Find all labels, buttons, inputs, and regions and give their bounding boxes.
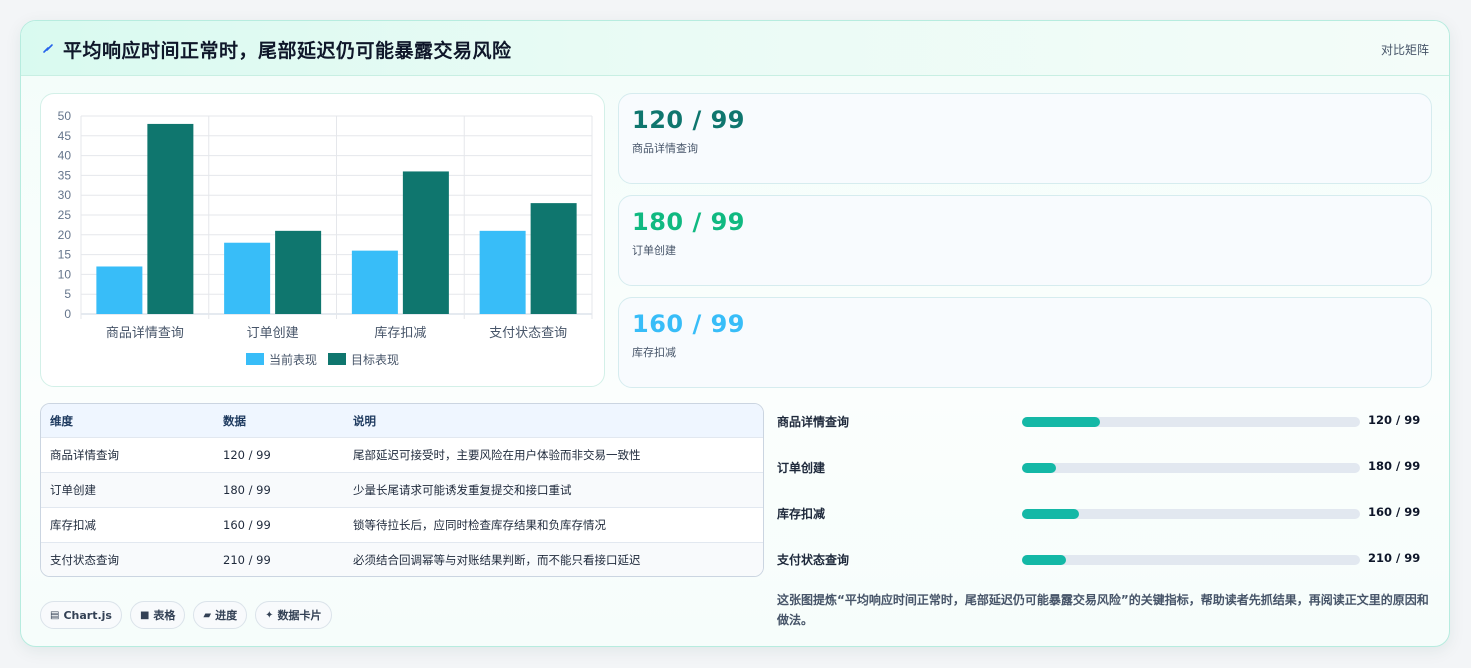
bar <box>275 230 322 314</box>
y-tick-label: 25 <box>58 208 72 222</box>
y-tick-label: 0 <box>64 307 71 321</box>
table-cell: 160 / 99 <box>223 518 271 532</box>
table-header-cell: 说明 <box>353 413 376 428</box>
table-cell: 210 / 99 <box>223 553 271 567</box>
chip-label: 表格 <box>153 609 176 622</box>
chip-chartjs[interactable]: ▤ Chart.js <box>40 601 122 629</box>
progress-row: 库存扣减 160 / 99 <box>777 505 1437 551</box>
chip-row: ▤ Chart.js ■ 表格 ▰ 进度 ✦ 数据卡片 <box>40 601 332 629</box>
table-cell: 必须结合回调幂等与对账结果判断，而不能只看接口延迟 <box>353 553 641 567</box>
data-table: 维度 数据 说明 商品详情查询 120 / 99 尾部延迟可接受时，主要风险在用… <box>40 403 764 577</box>
progress-row: 商品详情查询 120 / 99 <box>777 413 1437 459</box>
table-cell: 库存扣减 <box>50 518 96 532</box>
kpi-label: 订单创建 <box>632 244 676 257</box>
progress-icon: ▰ <box>203 609 212 621</box>
bar <box>351 250 398 314</box>
x-tick-label: 商品详情查询 <box>106 326 184 341</box>
progress-fill <box>1022 463 1056 473</box>
bar-chart-panel: 0 5 10 15 20 25 30 35 40 45 50 商品详情查询 订单创建 库存扣减 支付状态查询… <box>40 93 605 387</box>
x-tick-label: 支付状态查询 <box>489 326 567 341</box>
kpi-label: 库存扣减 <box>632 346 676 359</box>
kpi-label: 商品详情查询 <box>632 142 698 155</box>
kpi-value: 180 / 99 <box>632 208 745 236</box>
bar <box>479 230 526 314</box>
progress-label: 库存扣减 <box>777 507 826 521</box>
table-cell: 尾部延迟可接受时，主要风险在用户体验而非交易一致性 <box>353 448 641 462</box>
progress-value: 210 / 99 <box>1368 551 1421 565</box>
progress-track <box>1022 555 1360 565</box>
kpi-value: 120 / 99 <box>632 106 745 134</box>
table-header-cell: 维度 <box>50 413 73 428</box>
table-cell: 商品详情查询 <box>50 448 119 462</box>
table-cell: 锁等待拉长后，应同时检查库存结果和负库存情况 <box>353 518 606 532</box>
y-tick-label: 45 <box>58 129 72 143</box>
progress-label: 订单创建 <box>777 461 826 475</box>
table-cell: 180 / 99 <box>223 483 271 497</box>
bar <box>530 203 577 314</box>
sparkle-icon: ✦ <box>265 609 274 621</box>
progress-label: 商品详情查询 <box>777 415 850 429</box>
progress-track <box>1022 463 1360 473</box>
table-cell: 少量长尾请求可能诱发重复提交和接口重试 <box>353 483 572 497</box>
chart-icon: ▤ <box>50 609 60 621</box>
legend-swatch <box>246 353 264 365</box>
progress-value: 160 / 99 <box>1368 505 1421 519</box>
progress-track <box>1022 509 1360 519</box>
page-title: 平均响应时间正常时，尾部延迟仍可能暴露交易风险 <box>63 40 512 62</box>
progress-fill <box>1022 555 1066 565</box>
table-icon: ■ <box>139 609 150 621</box>
y-tick-label: 40 <box>58 149 72 163</box>
progress-row: 订单创建 180 / 99 <box>777 459 1437 505</box>
y-tick-label: 50 <box>58 109 72 123</box>
summary-text: 这张图提炼“平均响应时间正常时，尾部延迟仍可能暴露交易风险”的关键指标，帮助读者… <box>777 593 1429 627</box>
chip-label: 进度 <box>215 609 238 622</box>
main-card: 平均响应时间正常时，尾部延迟仍可能暴露交易风险 对比矩阵 0 5 10 15 20 25 3… <box>20 20 1450 647</box>
chip-data-card[interactable]: ✦ 数据卡片 <box>255 601 332 629</box>
kpi-card: 120 / 99 商品详情查询 <box>618 93 1432 184</box>
progress-fill <box>1022 417 1100 427</box>
kpi-card: 180 / 99 订单创建 <box>618 195 1432 286</box>
table-row: 商品详情查询 120 / 99 尾部延迟可接受时，主要风险在用户体验而非交易一致… <box>41 437 763 472</box>
table-cell: 支付状态查询 <box>50 553 119 567</box>
table-header-row: 维度 数据 说明 <box>41 404 763 437</box>
table-row: 支付状态查询 210 / 99 必须结合回调幂等与对账结果判断，而不能只看接口延… <box>41 542 763 576</box>
table-header-cell: 数据 <box>223 413 246 428</box>
table-row: 订单创建 180 / 99 少量长尾请求可能诱发重复提交和接口重试 <box>41 472 763 507</box>
table-cell: 订单创建 <box>50 483 96 497</box>
progress-label: 支付状态查询 <box>777 553 850 567</box>
bar <box>224 242 271 314</box>
progress-value: 120 / 99 <box>1368 413 1421 427</box>
y-tick-label: 20 <box>58 228 72 242</box>
chip-label: 数据卡片 <box>277 609 322 622</box>
kpi-value: 160 / 99 <box>632 310 745 338</box>
progress-track <box>1022 417 1360 427</box>
legend-label: 目标表现 <box>351 353 399 367</box>
y-tick-label: 15 <box>58 248 72 262</box>
x-tick-label: 库存扣减 <box>374 325 426 341</box>
table-row: 库存扣减 160 / 99 锁等待拉长后，应同时检查库存结果和负库存情况 <box>41 507 763 542</box>
x-tick-label: 订单创建 <box>247 326 299 341</box>
progress-list: 商品详情查询 120 / 99 订单创建 180 / 99 库存扣减 160 /… <box>777 413 1437 597</box>
legend-label: 当前表现 <box>269 352 317 367</box>
y-tick-label: 10 <box>58 267 72 281</box>
chip-progress[interactable]: ▰ 进度 <box>193 601 248 629</box>
y-tick-label: 30 <box>58 188 72 202</box>
y-tick-label: 35 <box>58 168 72 182</box>
table-cell: 120 / 99 <box>223 448 271 462</box>
chip-label: Chart.js <box>63 608 112 622</box>
y-tick-label: 5 <box>64 287 71 301</box>
bar <box>96 266 143 314</box>
card-header: 平均响应时间正常时，尾部延迟仍可能暴露交易风险 对比矩阵 <box>21 21 1449 76</box>
bar <box>402 171 449 314</box>
header-tag: 对比矩阵 <box>1380 43 1429 57</box>
bar-chart: 0 5 10 15 20 25 30 35 40 45 50 商品详情查询 订单创建 库存扣减 支付状态查询… <box>58 109 593 367</box>
legend-swatch <box>328 353 346 365</box>
progress-fill <box>1022 509 1080 519</box>
kpi-card: 160 / 99 库存扣减 <box>618 297 1432 388</box>
progress-value: 180 / 99 <box>1368 459 1421 473</box>
lightning-icon <box>43 44 53 53</box>
chip-table[interactable]: ■ 表格 <box>129 601 186 629</box>
bar <box>147 123 194 314</box>
